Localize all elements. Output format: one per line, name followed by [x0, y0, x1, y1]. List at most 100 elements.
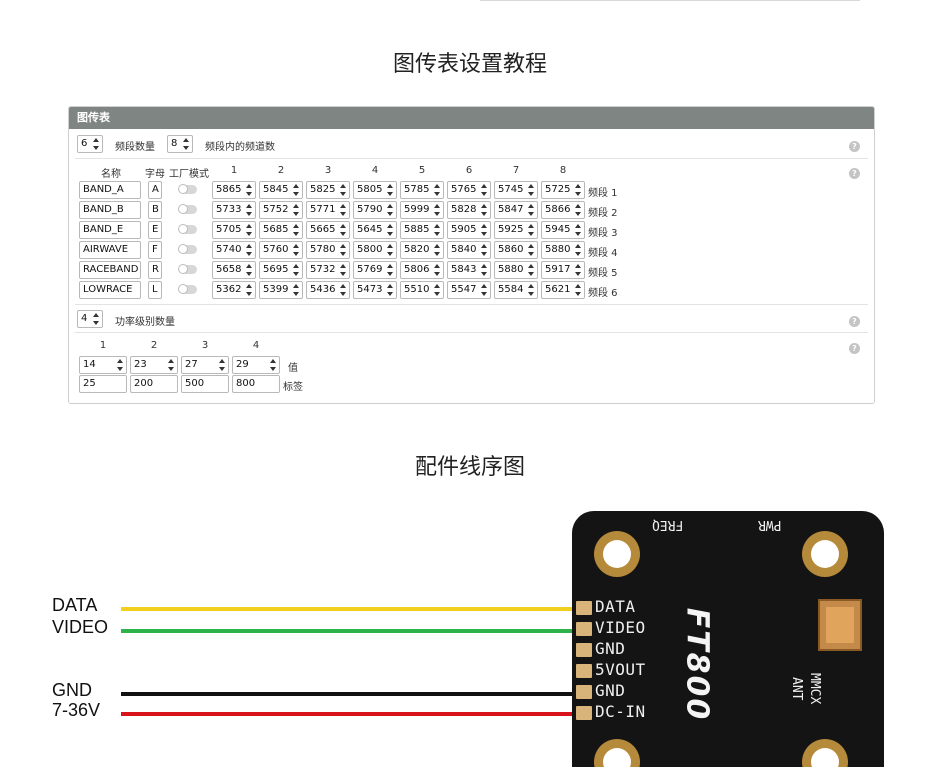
- factory-mode-toggle[interactable]: [178, 244, 197, 254]
- factory-mode-toggle[interactable]: [178, 204, 197, 214]
- frequency-stepper[interactable]: 5820: [400, 241, 444, 259]
- stepper-arrows-icon[interactable]: [528, 243, 535, 257]
- stepper-arrows-icon[interactable]: [293, 283, 300, 297]
- stepper-arrows-icon[interactable]: [528, 183, 535, 197]
- frequency-stepper[interactable]: 5752: [259, 201, 303, 219]
- frequency-stepper[interactable]: 5780: [306, 241, 350, 259]
- stepper-arrows-icon[interactable]: [481, 183, 488, 197]
- help-icon[interactable]: ?: [849, 316, 860, 327]
- stepper-arrows-icon[interactable]: [575, 243, 582, 257]
- stepper-arrows-icon[interactable]: [340, 263, 347, 277]
- band-letter-input[interactable]: R: [148, 261, 162, 279]
- band-name-input[interactable]: BAND_B: [79, 201, 141, 219]
- stepper-arrows-icon[interactable]: [340, 203, 347, 217]
- band-letter-input[interactable]: F: [148, 241, 162, 259]
- frequency-stepper[interactable]: 5621: [541, 281, 585, 299]
- band-letter-input[interactable]: B: [148, 201, 162, 219]
- band-name-input[interactable]: AIRWAVE: [79, 241, 141, 259]
- stepper-arrows-icon[interactable]: [481, 243, 488, 257]
- stepper-arrows-icon[interactable]: [387, 183, 394, 197]
- stepper-arrows-icon[interactable]: [246, 183, 253, 197]
- frequency-stepper[interactable]: 5510: [400, 281, 444, 299]
- stepper-arrows-icon[interactable]: [528, 263, 535, 277]
- stepper-arrows-icon[interactable]: [340, 283, 347, 297]
- frequency-stepper[interactable]: 5399: [259, 281, 303, 299]
- frequency-stepper[interactable]: 5584: [494, 281, 538, 299]
- stepper-arrows-icon[interactable]: [434, 183, 441, 197]
- stepper-arrows-icon[interactable]: [293, 243, 300, 257]
- power-label-input[interactable]: 500: [181, 375, 229, 393]
- stepper-arrows-icon[interactable]: [340, 223, 347, 237]
- stepper-arrows-icon[interactable]: [575, 183, 582, 197]
- frequency-stepper[interactable]: 5825: [306, 181, 350, 199]
- stepper-arrows-icon[interactable]: [168, 358, 175, 372]
- band-name-input[interactable]: RACEBAND: [79, 261, 141, 279]
- stepper-arrows-icon[interactable]: [434, 243, 441, 257]
- stepper-arrows-icon[interactable]: [93, 137, 100, 151]
- frequency-stepper[interactable]: 5785: [400, 181, 444, 199]
- power-value-stepper[interactable]: 23: [130, 356, 178, 374]
- frequency-stepper[interactable]: 5645: [353, 221, 397, 239]
- frequency-stepper[interactable]: 5843: [447, 261, 491, 279]
- stepper-arrows-icon[interactable]: [481, 283, 488, 297]
- stepper-arrows-icon[interactable]: [93, 312, 100, 326]
- stepper-arrows-icon[interactable]: [387, 223, 394, 237]
- frequency-stepper[interactable]: 5865: [212, 181, 256, 199]
- band-letter-input[interactable]: L: [148, 281, 162, 299]
- stepper-arrows-icon[interactable]: [387, 243, 394, 257]
- frequency-stepper[interactable]: 5917: [541, 261, 585, 279]
- stepper-arrows-icon[interactable]: [293, 203, 300, 217]
- stepper-arrows-icon[interactable]: [528, 283, 535, 297]
- stepper-arrows-icon[interactable]: [575, 283, 582, 297]
- frequency-stepper[interactable]: 5866: [541, 201, 585, 219]
- stepper-arrows-icon[interactable]: [246, 203, 253, 217]
- band-letter-input[interactable]: A: [148, 181, 162, 199]
- stepper-arrows-icon[interactable]: [481, 203, 488, 217]
- frequency-stepper[interactable]: 5999: [400, 201, 444, 219]
- frequency-stepper[interactable]: 5880: [494, 261, 538, 279]
- power-label-input[interactable]: 200: [130, 375, 178, 393]
- frequency-stepper[interactable]: 5769: [353, 261, 397, 279]
- stepper-arrows-icon[interactable]: [117, 358, 124, 372]
- stepper-arrows-icon[interactable]: [293, 223, 300, 237]
- frequency-stepper[interactable]: 5805: [353, 181, 397, 199]
- power-count-stepper[interactable]: 4: [77, 310, 103, 328]
- frequency-stepper[interactable]: 5725: [541, 181, 585, 199]
- frequency-stepper[interactable]: 5733: [212, 201, 256, 219]
- band-name-input[interactable]: BAND_E: [79, 221, 141, 239]
- frequency-stepper[interactable]: 5945: [541, 221, 585, 239]
- frequency-stepper[interactable]: 5925: [494, 221, 538, 239]
- frequency-stepper[interactable]: 5436: [306, 281, 350, 299]
- stepper-arrows-icon[interactable]: [246, 243, 253, 257]
- band-count-stepper[interactable]: 6: [77, 135, 103, 153]
- channel-count-stepper[interactable]: 8: [167, 135, 193, 153]
- frequency-stepper[interactable]: 5740: [212, 241, 256, 259]
- frequency-stepper[interactable]: 5732: [306, 261, 350, 279]
- power-value-stepper[interactable]: 14: [79, 356, 127, 374]
- frequency-stepper[interactable]: 5665: [306, 221, 350, 239]
- stepper-arrows-icon[interactable]: [219, 358, 226, 372]
- stepper-arrows-icon[interactable]: [340, 243, 347, 257]
- help-icon[interactable]: ?: [849, 168, 860, 179]
- stepper-arrows-icon[interactable]: [340, 183, 347, 197]
- factory-mode-toggle[interactable]: [178, 284, 197, 294]
- stepper-arrows-icon[interactable]: [293, 263, 300, 277]
- stepper-arrows-icon[interactable]: [293, 183, 300, 197]
- stepper-arrows-icon[interactable]: [183, 137, 190, 151]
- frequency-stepper[interactable]: 5845: [259, 181, 303, 199]
- frequency-stepper[interactable]: 5771: [306, 201, 350, 219]
- frequency-stepper[interactable]: 5847: [494, 201, 538, 219]
- stepper-arrows-icon[interactable]: [387, 283, 394, 297]
- stepper-arrows-icon[interactable]: [270, 358, 277, 372]
- stepper-arrows-icon[interactable]: [246, 223, 253, 237]
- frequency-stepper[interactable]: 5362: [212, 281, 256, 299]
- frequency-stepper[interactable]: 5685: [259, 221, 303, 239]
- frequency-stepper[interactable]: 5790: [353, 201, 397, 219]
- frequency-stepper[interactable]: 5473: [353, 281, 397, 299]
- stepper-arrows-icon[interactable]: [387, 263, 394, 277]
- frequency-stepper[interactable]: 5885: [400, 221, 444, 239]
- stepper-arrows-icon[interactable]: [246, 283, 253, 297]
- frequency-stepper[interactable]: 5880: [541, 241, 585, 259]
- power-value-stepper[interactable]: 29: [232, 356, 280, 374]
- power-label-input[interactable]: 25: [79, 375, 127, 393]
